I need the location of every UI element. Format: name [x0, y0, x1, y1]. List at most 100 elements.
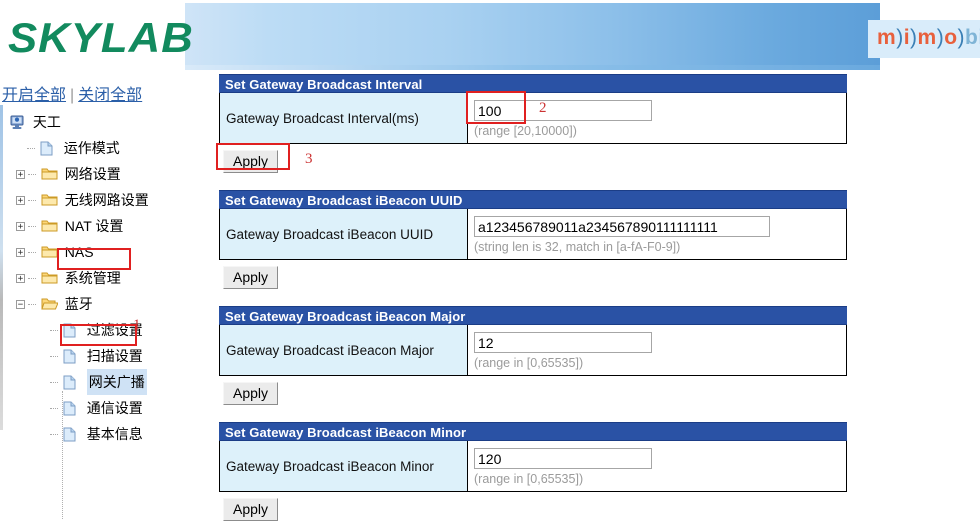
sidebar-item-label: 系统管理 — [64, 270, 121, 287]
computer-icon — [9, 115, 26, 130]
sidebar-item-label: 天工 — [32, 114, 61, 131]
section-title: Set Gateway Broadcast iBeacon Major — [219, 306, 847, 325]
expand-plus-icon[interactable]: + — [16, 195, 25, 205]
sidebar-item-label: 网络设置 — [64, 166, 121, 183]
page-icon — [63, 323, 80, 338]
sidebar-item-nas[interactable]: + NAS — [8, 238, 198, 264]
page-icon — [63, 349, 80, 364]
sidebar-item-label: NAS — [64, 244, 94, 261]
apply-row: Apply — [219, 492, 847, 526]
interval-input[interactable] — [474, 100, 652, 121]
sidebar-item-gateway-broadcast[interactable]: 网关广播 — [8, 368, 198, 396]
folder-open-icon — [41, 297, 58, 312]
mimo-logo: m)i)m)o)bi — [877, 26, 980, 50]
apply-row: Apply — [219, 144, 847, 178]
field-value-cell: (range in [0,65535]) — [468, 325, 846, 375]
page-icon — [63, 401, 80, 416]
field-hint: (range in [0,65535]) — [474, 472, 584, 486]
folder-icon — [41, 167, 58, 182]
minor-input[interactable] — [474, 448, 652, 469]
sidebar-item-nat-settings[interactable]: + NAT 设置 — [8, 212, 198, 238]
section-broadcast-interval: Set Gateway Broadcast Interval Gateway B… — [219, 74, 847, 178]
section-table: Gateway Broadcast Interval(ms) (range [2… — [219, 93, 847, 144]
link-separator: | — [70, 87, 75, 104]
folder-icon — [41, 193, 58, 208]
sidebar-item-filter-settings[interactable]: 过滤设置 — [8, 316, 198, 342]
field-value-cell: (range in [0,65535]) — [468, 441, 846, 491]
apply-row: Apply — [219, 260, 847, 294]
mimo-letter-m1: m — [877, 26, 897, 49]
expand-plus-icon[interactable]: + — [16, 169, 25, 179]
interval-apply-button[interactable]: Apply — [223, 150, 279, 173]
mimo-paren-1: ) — [896, 26, 904, 49]
section-title: Set Gateway Broadcast Interval — [219, 74, 847, 93]
uuid-input[interactable] — [474, 216, 770, 237]
sidebar-item-wireless-settings[interactable]: + 无线网路设置 — [8, 186, 198, 212]
section-table: Gateway Broadcast iBeacon Major (range i… — [219, 325, 847, 376]
minor-apply-button[interactable]: Apply — [223, 498, 279, 521]
expand-plus-icon[interactable]: + — [16, 273, 25, 283]
expand-plus-icon[interactable]: + — [16, 247, 25, 257]
sidebar-item-label: NAT 设置 — [64, 218, 124, 235]
major-input[interactable] — [474, 332, 652, 353]
uuid-apply-button[interactable]: Apply — [223, 266, 279, 289]
folder-icon — [41, 271, 58, 286]
sidebar-item-label: 运作模式 — [63, 140, 120, 157]
sidebar-tree: 天工 运作模式 + 网络设置 + 无线网路设置 + NAT 设置 + NAS +… — [8, 108, 198, 519]
field-label: Gateway Broadcast iBeacon UUID — [220, 209, 468, 259]
field-hint: (range [20,10000]) — [474, 124, 577, 138]
sidebar-item-communication-settings[interactable]: 通信设置 — [8, 394, 198, 420]
section-ibeacon-uuid: Set Gateway Broadcast iBeacon UUID Gatew… — [219, 190, 847, 294]
mimo-letter-m2: m — [917, 26, 937, 49]
collapse-all-link[interactable]: 关闭全部 — [78, 87, 142, 104]
expand-all-link[interactable]: 开启全部 — [2, 87, 66, 104]
section-ibeacon-major: Set Gateway Broadcast iBeacon Major Gate… — [219, 306, 847, 410]
field-hint: (range in [0,65535]) — [474, 356, 584, 370]
section-table: Gateway Broadcast iBeacon Minor (range i… — [219, 441, 847, 492]
sidebar-item-label: 通信设置 — [86, 400, 143, 417]
section-title: Set Gateway Broadcast iBeacon Minor — [219, 422, 847, 441]
sidebar-item-label: 过滤设置 — [86, 322, 143, 339]
expand-plus-icon[interactable]: + — [16, 221, 25, 231]
page-icon — [40, 141, 57, 156]
page-icon — [63, 427, 80, 442]
sidebar-item-basic-info[interactable]: 基本信息 — [8, 420, 198, 446]
main-content: Set Gateway Broadcast Interval Gateway B… — [219, 74, 847, 526]
sidebar-item-label: 网关广播 — [86, 369, 147, 396]
mimo-paren-2: ) — [910, 26, 918, 49]
mimo-letter-o: o — [944, 26, 958, 49]
tree-dash — [27, 147, 35, 149]
sidebar-item-label: 扫描设置 — [86, 348, 143, 365]
sidebar-item-network-settings[interactable]: + 网络设置 — [8, 160, 198, 186]
sidebar-item-scan-settings[interactable]: 扫描设置 — [8, 342, 198, 368]
field-hint: (string len is 32, match in [a-fA-F0-9]) — [474, 240, 681, 254]
sidebar-item-operation-mode[interactable]: 运作模式 — [8, 134, 198, 160]
collapse-minus-icon[interactable]: − — [16, 299, 25, 309]
page-root: m)i)m)o)bi SKYLAB 开启全部|关闭全部 天工 — [0, 0, 980, 521]
folder-icon — [41, 245, 58, 260]
sidebar-item-label: 基本信息 — [86, 426, 143, 443]
sidebar-item-label: 无线网路设置 — [64, 192, 149, 209]
sidebar-item-label: 蓝牙 — [64, 296, 93, 313]
sidebar-item-bluetooth[interactable]: − 蓝牙 — [8, 290, 198, 316]
left-rail-divider — [0, 105, 3, 430]
mimo-letter-bi: bi — [965, 26, 980, 49]
section-ibeacon-minor: Set Gateway Broadcast iBeacon Minor Gate… — [219, 422, 847, 526]
field-value-cell: (string len is 32, match in [a-fA-F0-9]) — [468, 209, 846, 259]
field-label: Gateway Broadcast iBeacon Major — [220, 325, 468, 375]
field-label: Gateway Broadcast iBeacon Minor — [220, 441, 468, 491]
sidebar-item-system-management[interactable]: + 系统管理 — [8, 264, 198, 290]
sidebar-item-root[interactable]: 天工 — [8, 108, 198, 134]
skylab-logo: SKYLAB — [8, 14, 194, 61]
major-apply-button[interactable]: Apply — [223, 382, 279, 405]
section-table: Gateway Broadcast iBeacon UUID (string l… — [219, 209, 847, 260]
field-label: Gateway Broadcast Interval(ms) — [220, 93, 468, 143]
page-icon — [63, 375, 80, 390]
tree-toggle-links: 开启全部 | 关闭全部 — [2, 81, 142, 105]
section-title: Set Gateway Broadcast iBeacon UUID — [219, 190, 847, 209]
field-value-cell: (range [20,10000]) — [468, 93, 846, 143]
folder-icon — [41, 219, 58, 234]
